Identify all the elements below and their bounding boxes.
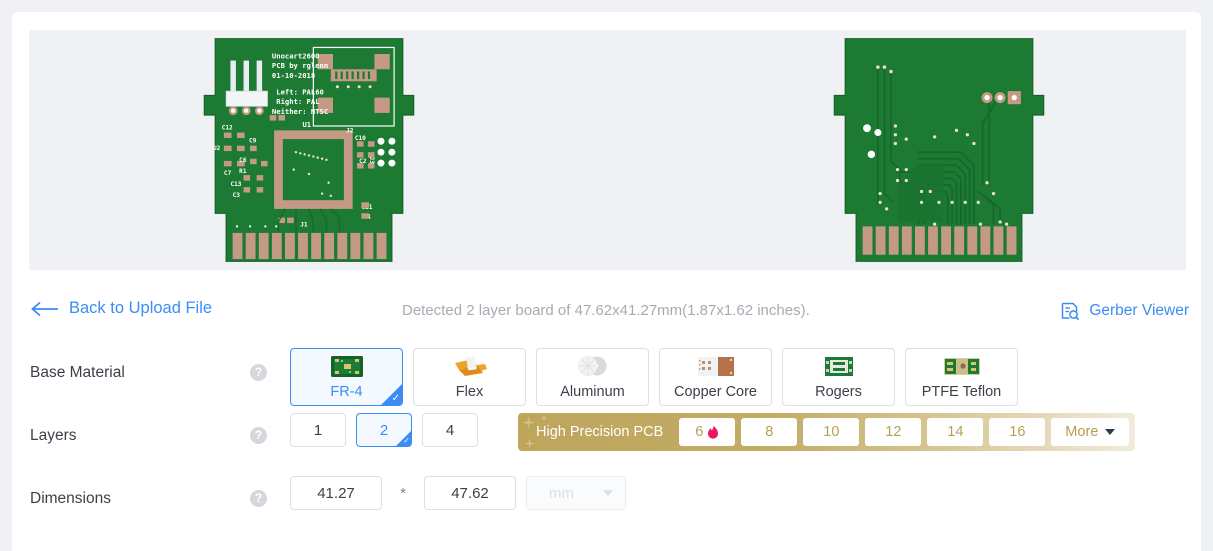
base-material-label: Base Material — [30, 364, 125, 381]
material-option-rogers[interactable]: Rogers — [782, 348, 895, 406]
dimensions-fields: 41.27 * 47.62 mm — [290, 476, 1191, 510]
material-label-flex: Flex — [455, 384, 484, 400]
layers-option-16-label: 16 — [1009, 424, 1026, 440]
base-material-help-icon[interactable]: ? — [250, 364, 267, 381]
layers-option-1[interactable]: 1 — [290, 413, 346, 447]
layers-option-2[interactable]: 2 ✓ — [356, 413, 412, 447]
check-icon-fr4: ✓ — [391, 393, 400, 404]
detected-board-text: Detected 2 layer board of 47.62x41.27mm(… — [402, 302, 810, 319]
svg-text:Unocart2600: Unocart2600 — [272, 51, 320, 60]
dimension-unit-label: mm — [549, 484, 574, 502]
pcb-front-preview[interactable]: Unocart2600 PCB by rglenn 01-10-2018 Lef… — [189, 30, 429, 270]
unit-chevron-down-icon — [603, 490, 613, 496]
high-precision-banner-label: High Precision PCB — [536, 424, 664, 440]
layers-option-16[interactable]: 16 — [989, 418, 1046, 446]
svg-text:C7: C7 — [224, 170, 232, 177]
layers-option-12-label: 12 — [885, 424, 902, 440]
layers-more-dropdown[interactable]: More — [1051, 418, 1130, 446]
arrow-left-icon — [31, 301, 58, 316]
gerber-viewer-label: Gerber Viewer — [1089, 302, 1189, 319]
layers-option-6-label: 6 — [695, 424, 704, 440]
layers-help-icon[interactable]: ? — [250, 427, 267, 444]
material-label-fr4: FR-4 — [330, 384, 363, 400]
row-layers: Layers ? 1 2 ✓ 4 High Precision PCB 6 8 … — [12, 411, 1201, 474]
layers-option-8-label: 8 — [765, 424, 774, 440]
layers-option-10-label: 10 — [823, 424, 840, 440]
row-base-material: Base Material ? FR-4 ✓ Flex Aluminum Cop… — [12, 348, 1201, 411]
back-to-upload-label: Back to Upload File — [69, 299, 213, 317]
row-dimensions: Dimensions ? 41.27 * 47.62 mm — [12, 474, 1201, 537]
flex-thumbnail-icon — [454, 356, 487, 376]
svg-text:Neither: NTSC: Neither: NTSC — [272, 107, 328, 116]
dimension-width-input[interactable]: 41.27 — [290, 476, 382, 510]
dimension-height-input[interactable]: 47.62 — [424, 476, 516, 510]
high-precision-pcb-banner: High Precision PCB 6 8 10 12 14 16 More — [518, 413, 1136, 451]
svg-text:R1: R1 — [239, 168, 247, 175]
layers-option-2-label: 2 — [379, 421, 389, 439]
gerber-viewer-icon — [1062, 302, 1080, 321]
layers-option-4-label: 4 — [445, 421, 455, 439]
svg-text:C9: C9 — [249, 137, 257, 144]
app-root: Unocart2600 PCB by rglenn 01-10-2018 Lef… — [0, 0, 1213, 551]
svg-text:C3: C3 — [233, 192, 241, 199]
material-option-ptfe-teflon[interactable]: PTFE Teflon — [905, 348, 1018, 406]
layers-more-label: More — [1065, 424, 1099, 440]
check-icon-layers-2: ✓ — [403, 436, 410, 445]
svg-text:Left: PAL60: Left: PAL60 — [276, 87, 324, 96]
layers-options: 1 2 ✓ 4 High Precision PCB 6 8 10 12 14 … — [290, 413, 1191, 451]
back-to-upload-link[interactable]: Back to Upload File — [30, 299, 212, 318]
dimension-separator: * — [400, 484, 406, 502]
pcb-back-preview[interactable] — [819, 30, 1059, 270]
pcb-front-svg: Unocart2600 PCB by rglenn 01-10-2018 Lef… — [203, 38, 415, 262]
rogers-thumbnail-icon — [824, 357, 853, 376]
chevron-down-icon — [1105, 429, 1116, 435]
layers-option-10[interactable]: 10 — [803, 418, 860, 446]
base-material-options: FR-4 ✓ Flex Aluminum Copper Core Rogers … — [290, 348, 1191, 406]
svg-text:U1: U1 — [302, 120, 311, 129]
layers-option-14[interactable]: 14 — [927, 418, 984, 446]
copper-core-thumbnail-icon — [697, 357, 734, 376]
layers-option-1-label: 1 — [313, 421, 323, 439]
svg-text:PCB by rglenn: PCB by rglenn — [272, 61, 328, 70]
material-option-copper-core[interactable]: Copper Core — [659, 348, 772, 406]
dimension-unit-select[interactable]: mm — [526, 476, 626, 510]
svg-text:U2: U2 — [213, 145, 221, 152]
material-label-rogers: Rogers — [815, 384, 862, 400]
svg-text:Right: PAL: Right: PAL — [276, 97, 320, 106]
pcb-back-svg — [833, 38, 1045, 262]
material-label-aluminum: Aluminum — [560, 384, 625, 400]
layers-label: Layers — [30, 427, 77, 444]
fr4-thumbnail-icon — [330, 356, 363, 377]
aluminum-thumbnail-icon — [577, 356, 606, 376]
svg-text:C6: C6 — [239, 157, 247, 164]
gerber-viewer-link[interactable]: Gerber Viewer — [1060, 301, 1189, 321]
content-card: Unocart2600 PCB by rglenn 01-10-2018 Lef… — [12, 12, 1201, 551]
material-option-flex[interactable]: Flex — [413, 348, 526, 406]
layers-option-12[interactable]: 12 — [865, 418, 922, 446]
svg-text:C13: C13 — [230, 181, 241, 188]
flame-icon — [708, 425, 719, 439]
pcb-preview-panel: Unocart2600 PCB by rglenn 01-10-2018 Lef… — [29, 30, 1186, 270]
layers-option-8[interactable]: 8 — [741, 418, 798, 446]
material-label-ptfe-teflon: PTFE Teflon — [921, 384, 1002, 400]
svg-text:J2: J2 — [346, 128, 354, 135]
layers-option-4[interactable]: 4 — [422, 413, 478, 447]
material-option-fr4[interactable]: FR-4 ✓ — [290, 348, 403, 406]
layers-option-14-label: 14 — [947, 424, 964, 440]
material-label-copper-core: Copper Core — [673, 384, 757, 400]
svg-text:J1: J1 — [300, 221, 308, 228]
material-option-aluminum[interactable]: Aluminum — [536, 348, 649, 406]
svg-text:C12: C12 — [222, 124, 233, 131]
layers-option-6[interactable]: 6 — [679, 418, 736, 446]
ptfe-teflon-thumbnail-icon — [943, 358, 980, 375]
svg-text:01-10-2018: 01-10-2018 — [272, 71, 315, 80]
detection-info-row: Back to Upload File Detected 2 layer boa… — [12, 290, 1201, 336]
dimensions-label: Dimensions — [30, 490, 111, 507]
svg-text:C10: C10 — [355, 135, 366, 142]
svg-text:J3: J3 — [368, 157, 375, 165]
dimensions-help-icon[interactable]: ? — [250, 490, 267, 507]
order-options-form: Base Material ? FR-4 ✓ Flex Aluminum Cop… — [12, 348, 1201, 537]
sparkle-icon-2 — [540, 414, 548, 422]
